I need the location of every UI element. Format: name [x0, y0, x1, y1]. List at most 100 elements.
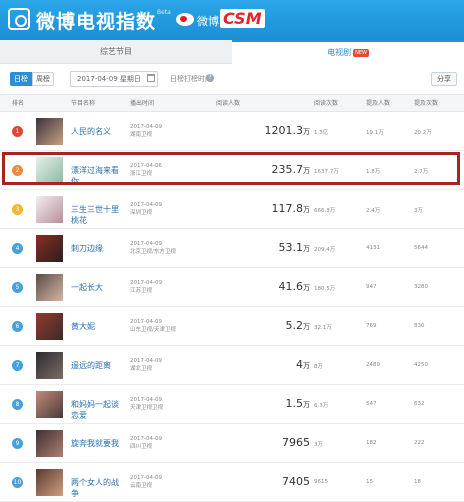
viewer-count: 7405 [200, 475, 310, 488]
program-thumbnail[interactable] [36, 274, 63, 301]
tab-tv-drama[interactable]: 电视剧 NEW [232, 40, 464, 64]
rank-badge: 8 [12, 399, 23, 410]
daily-rank-button[interactable]: 日榜 [10, 72, 32, 86]
read-count: 1.3亿 [314, 130, 329, 136]
rank-badge: 4 [12, 243, 23, 254]
viewer-value: 53.1 [278, 241, 304, 254]
program-name-link[interactable]: 黄大妮 [71, 321, 126, 332]
help-icon[interactable]: ? [206, 74, 214, 82]
table-row[interactable]: 5 一起长大 2017-04-09 江苏卫视 41.6万 180.5万 947 3280 [0, 268, 464, 307]
program-name-link[interactable]: 刺刀边缘 [71, 243, 126, 254]
col-mentions: 提及次数 [414, 100, 439, 107]
program-thumbnail[interactable] [36, 196, 63, 223]
program-name-link[interactable]: 旋奔我就要我 [71, 438, 126, 449]
air-channel: 山东卫视/天津卫视 [130, 327, 176, 333]
viewer-count: 1.5万 [200, 397, 311, 410]
viewer-unit: 万 [303, 362, 310, 370]
viewer-unit: 万 [303, 401, 310, 409]
col-name: 节目名称 [71, 100, 96, 107]
read-count: 8万 [314, 364, 323, 370]
air-channel: 天津卫视卫视 [130, 405, 164, 411]
read-count: 209.4万 [314, 247, 336, 253]
program-name-link[interactable]: 和妈妈一起谈恋爱 [71, 399, 126, 421]
date-picker-input[interactable]: 2017-04-09 星期日 [70, 71, 158, 87]
poster-count: 769 [366, 323, 377, 329]
table-header: 排名 节目名称 播出时间 阅读人数 阅读次数 提及人数 提及次数 [0, 94, 464, 112]
air-time: 2017-04-09 湖南卫视 [130, 123, 162, 139]
csm-logo: CSM [220, 9, 265, 28]
mention-count: 4250 [414, 362, 428, 368]
table-row[interactable]: 4 刺刀边缘 2017-04-09 北京卫视/东方卫视 53.1万 209.4万 4131 5… [0, 229, 464, 268]
mention-count: 222 [414, 440, 425, 446]
program-name-link[interactable]: 一起长大 [71, 282, 126, 293]
program-thumbnail[interactable] [36, 469, 63, 496]
air-date: 2017-04-09 [130, 202, 162, 208]
weibo-logo-icon [176, 13, 194, 26]
air-date: 2017-04-09 [130, 241, 162, 247]
poster-count: 4131 [366, 245, 380, 251]
program-thumbnail[interactable] [36, 313, 63, 340]
table-row[interactable]: 3 三生三世十里桃花 2017-04-09 深圳卫视 117.8万 666.3万 2.4万 3… [0, 190, 464, 229]
viewer-count: 117.8万 [200, 202, 311, 215]
program-name-link[interactable]: 三生三世十里桃花 [71, 204, 126, 226]
calendar-icon[interactable] [147, 74, 155, 82]
program-thumbnail[interactable] [36, 430, 63, 457]
program-thumbnail[interactable] [36, 391, 63, 418]
rank-badge: 7 [12, 360, 23, 371]
air-channel: 北京卫视/东方卫视 [130, 249, 176, 255]
mention-count: 830 [414, 323, 425, 329]
rank-badge: 10 [12, 477, 23, 488]
rank-badge: 1 [12, 126, 23, 137]
table-row[interactable]: 8 和妈妈一起谈恋爱 2017-04-09 天津卫视卫视 1.5万 6.3万 547 632 [0, 385, 464, 424]
viewer-value: 1201.3 [264, 124, 304, 137]
poster-count: 2489 [366, 362, 380, 368]
viewer-unit: 万 [303, 128, 310, 136]
read-count: 6.3万 [314, 403, 329, 409]
mention-count: 3280 [414, 284, 428, 290]
weekly-rank-button[interactable]: 周榜 [32, 72, 54, 86]
viewer-unit: 万 [303, 284, 310, 292]
table-row[interactable]: 10 两个女人的战争 2017-04-09 云南卫视 7405 9615 15 18 [0, 463, 464, 502]
program-name-link[interactable]: 两个女人的战争 [71, 477, 126, 499]
poster-count: 2.4万 [366, 208, 381, 214]
program-thumbnail[interactable] [36, 118, 63, 145]
air-time: 2017-04-09 北京卫视/东方卫视 [130, 240, 176, 256]
air-channel: 云南卫视 [130, 483, 153, 489]
toolbar: 日榜 周榜 2017-04-09 星期日 日榜打榜时间 ? 分享 [0, 64, 464, 94]
air-date: 2017-04-09 [130, 397, 162, 403]
header-bar: 微博电视指数 Beta 微博 CSM [0, 0, 464, 40]
table-row[interactable]: 1 人民的名义 2017-04-09 湖南卫视 1201.3万 1.3亿 19.1万 20.2… [0, 112, 464, 151]
col-viewers: 阅读人数 [216, 100, 241, 107]
read-count: 3万 [314, 442, 323, 448]
poster-count: 19.1万 [366, 130, 384, 136]
viewer-unit: 万 [303, 206, 310, 214]
program-name-link[interactable]: 遥远的距离 [71, 360, 126, 371]
table-row[interactable]: 9 旋奔我就要我 2017-04-09 四川卫视 7965 3万 182 222 [0, 424, 464, 463]
air-date: 2017-04-09 [130, 280, 162, 286]
rank-badge: 5 [12, 282, 23, 293]
program-name-link[interactable]: 人民的名义 [71, 126, 126, 137]
tab-variety[interactable]: 综艺节目 [0, 40, 232, 64]
viewer-unit: 万 [303, 245, 310, 253]
tab-variety-label: 综艺节目 [100, 47, 132, 56]
poster-count: 547 [366, 401, 377, 407]
viewer-count: 7965 [200, 436, 310, 449]
viewer-value: 7405 [282, 475, 310, 488]
air-time: 2017-04-09 四川卫视 [130, 435, 162, 451]
poster-count: 182 [366, 440, 377, 446]
viewer-value: 4 [296, 358, 303, 371]
air-time: 2017-04-09 江苏卫视 [130, 279, 162, 295]
mention-count: 18 [414, 479, 421, 485]
mention-count: 20.2万 [414, 130, 432, 136]
viewer-count: 4万 [200, 358, 310, 371]
air-time: 2017-04-09 云南卫视 [130, 474, 162, 490]
program-thumbnail[interactable] [36, 352, 63, 379]
table-row[interactable]: 6 黄大妮 2017-04-09 山东卫视/天津卫视 5.2万 32.1万 769 830 [0, 307, 464, 346]
air-time: 2017-04-09 山东卫视/天津卫视 [130, 318, 176, 334]
table-row[interactable]: 7 遥远的距离 2017-04-09 湖北卫视 4万 8万 2489 4250 [0, 346, 464, 385]
share-button[interactable]: 分享 [431, 72, 457, 86]
col-posters: 提及人数 [366, 100, 391, 107]
viewer-count: 1201.3万 [200, 124, 311, 137]
read-count: 666.3万 [314, 208, 336, 214]
program-thumbnail[interactable] [36, 235, 63, 262]
